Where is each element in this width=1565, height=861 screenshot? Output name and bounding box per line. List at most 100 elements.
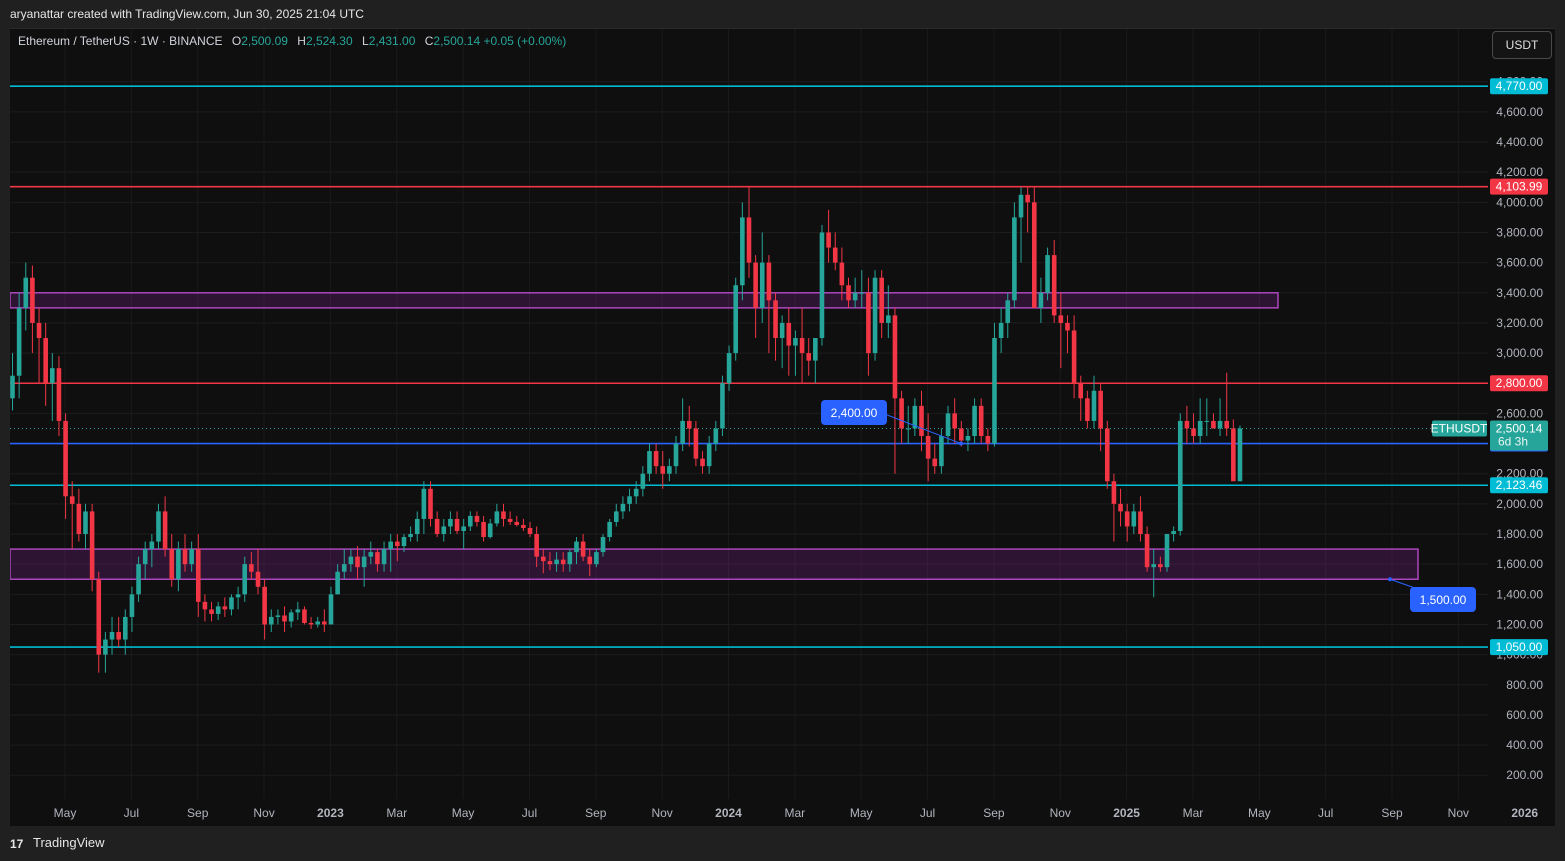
candle-body[interactable] bbox=[793, 338, 798, 346]
candle-body[interactable] bbox=[116, 632, 121, 640]
candle-body[interactable] bbox=[255, 571, 261, 587]
candle-body[interactable] bbox=[1025, 194, 1030, 203]
candle-body[interactable] bbox=[83, 511, 88, 535]
candle-body[interactable] bbox=[36, 322, 42, 339]
candle-body[interactable] bbox=[580, 541, 586, 557]
candle-body[interactable] bbox=[414, 518, 420, 535]
candle-body[interactable] bbox=[235, 594, 241, 598]
candle-body[interactable] bbox=[1191, 428, 1196, 437]
candle-body[interactable] bbox=[288, 612, 294, 622]
candle-body[interactable] bbox=[348, 556, 354, 565]
candle-body[interactable] bbox=[56, 368, 62, 421]
candle-body[interactable] bbox=[905, 428, 911, 430]
candle-body[interactable] bbox=[1091, 390, 1097, 421]
candle-body[interactable] bbox=[886, 315, 891, 323]
candle-body[interactable] bbox=[448, 518, 453, 527]
candle-body[interactable] bbox=[295, 609, 301, 613]
candle-body[interactable] bbox=[959, 428, 964, 441]
candle-body[interactable] bbox=[945, 413, 951, 437]
candle-body[interactable] bbox=[560, 559, 566, 565]
candle-body[interactable] bbox=[1045, 255, 1050, 293]
candle-body[interactable] bbox=[328, 594, 334, 625]
candle-body[interactable] bbox=[229, 597, 234, 610]
candle-body[interactable] bbox=[401, 537, 407, 547]
candle-body[interactable] bbox=[514, 521, 520, 525]
candle-body[interactable] bbox=[249, 564, 254, 572]
candle-body[interactable] bbox=[852, 292, 858, 301]
candle-body[interactable] bbox=[268, 616, 274, 625]
candle-body[interactable] bbox=[939, 436, 944, 467]
candle-body[interactable] bbox=[69, 496, 75, 504]
candle-body[interactable] bbox=[1012, 217, 1017, 301]
candle-body[interactable] bbox=[600, 537, 606, 553]
candle-body[interactable] bbox=[594, 552, 599, 565]
candle-body[interactable] bbox=[474, 515, 480, 522]
candle-body[interactable] bbox=[541, 556, 546, 562]
candle-body[interactable] bbox=[693, 428, 699, 459]
candle-body[interactable] bbox=[720, 383, 725, 429]
candle-body[interactable] bbox=[859, 292, 865, 294]
candle-body[interactable] bbox=[892, 315, 898, 399]
candle-body[interactable] bbox=[122, 616, 128, 640]
candle-body[interactable] bbox=[23, 277, 29, 308]
candle-body[interactable] bbox=[620, 503, 626, 512]
candle-body[interactable] bbox=[50, 368, 55, 384]
candle-body[interactable] bbox=[1065, 322, 1070, 331]
candle-body[interactable] bbox=[428, 488, 433, 519]
price-chart[interactable]: May Jul Sep Nov 2023 Mar May Jul Sep Nov 2024 Mar Ma… bbox=[10, 29, 1555, 826]
candle-body[interactable] bbox=[998, 322, 1004, 339]
candle-body[interactable] bbox=[468, 515, 473, 527]
candle-body[interactable] bbox=[1158, 564, 1163, 568]
candle-body[interactable] bbox=[1164, 534, 1170, 568]
candle-body[interactable] bbox=[587, 556, 593, 565]
chart-frame[interactable]: May Jul Sep Nov 2023 Mar May Jul Sep Nov 2024 Mar Ma… bbox=[10, 28, 1555, 826]
candle-body[interactable] bbox=[355, 556, 360, 568]
candle-body[interactable] bbox=[381, 549, 387, 565]
candle-body[interactable] bbox=[282, 615, 287, 622]
candle-body[interactable] bbox=[899, 398, 904, 429]
candle-body[interactable] bbox=[335, 571, 340, 595]
candle-body[interactable] bbox=[733, 285, 739, 354]
candle-body[interactable] bbox=[846, 285, 851, 301]
candle-body[interactable] bbox=[1177, 420, 1183, 531]
candle-body[interactable] bbox=[162, 511, 168, 550]
candle-body[interactable] bbox=[89, 511, 95, 580]
candle-body[interactable] bbox=[627, 496, 632, 504]
candle-body[interactable] bbox=[547, 561, 553, 565]
candle-body[interactable] bbox=[1038, 292, 1044, 308]
candle-body[interactable] bbox=[1051, 255, 1057, 316]
candle-body[interactable] bbox=[10, 375, 15, 399]
candle-body[interactable] bbox=[1118, 503, 1123, 512]
candle-body[interactable] bbox=[275, 615, 281, 617]
candle-body[interactable] bbox=[169, 549, 175, 580]
candle-body[interactable] bbox=[222, 606, 228, 610]
candle-body[interactable] bbox=[1005, 300, 1011, 323]
candle-body[interactable] bbox=[195, 549, 201, 602]
candle-body[interactable] bbox=[932, 458, 938, 467]
candle-body[interactable] bbox=[202, 601, 208, 610]
candle-body[interactable] bbox=[686, 420, 692, 429]
candle-body[interactable] bbox=[149, 541, 155, 550]
candle-body[interactable] bbox=[176, 549, 181, 580]
candle-body[interactable] bbox=[1031, 202, 1037, 308]
candle-body[interactable] bbox=[839, 262, 845, 286]
candle-body[interactable] bbox=[1211, 420, 1216, 429]
candle-body[interactable] bbox=[1078, 383, 1084, 399]
candle-body[interactable] bbox=[759, 262, 765, 308]
candle-body[interactable] bbox=[819, 232, 825, 339]
candle-body[interactable] bbox=[660, 466, 666, 474]
candle-body[interactable] bbox=[1237, 428, 1243, 482]
candle-body[interactable] bbox=[952, 413, 957, 429]
candle-body[interactable] bbox=[481, 521, 486, 538]
candle-body[interactable] bbox=[726, 353, 732, 384]
candle-body[interactable] bbox=[302, 609, 307, 623]
candle-body[interactable] bbox=[925, 436, 931, 459]
candle-body[interactable] bbox=[534, 534, 539, 557]
candle-body[interactable] bbox=[262, 586, 267, 625]
candle-body[interactable] bbox=[156, 511, 161, 542]
candle-body[interactable] bbox=[1124, 511, 1130, 527]
candle-body[interactable] bbox=[872, 277, 878, 354]
candle-body[interactable] bbox=[322, 621, 327, 625]
candle-body[interactable] bbox=[16, 307, 22, 376]
support-zone[interactable] bbox=[10, 548, 1419, 580]
